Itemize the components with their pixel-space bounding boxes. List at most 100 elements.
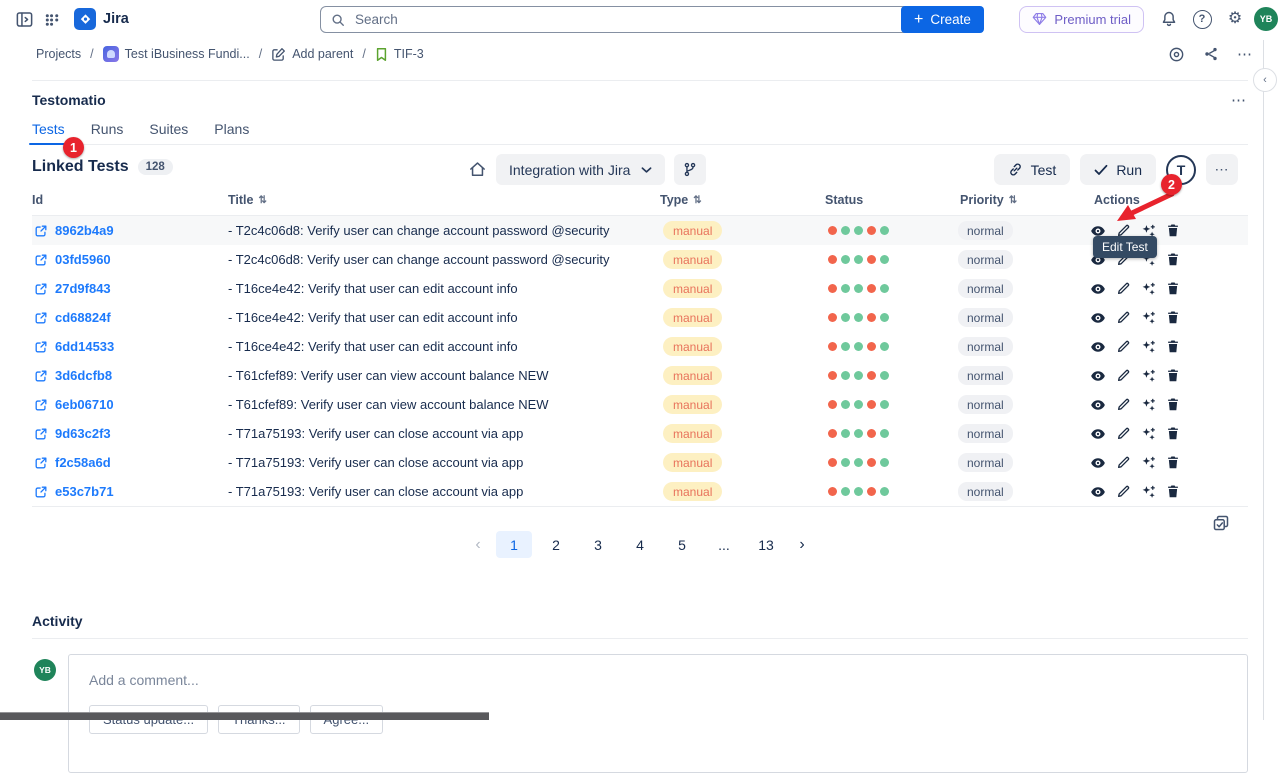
delete-test-icon[interactable] xyxy=(1165,339,1181,355)
premium-trial-button[interactable]: Premium trial xyxy=(1019,6,1144,33)
edit-test-icon[interactable] xyxy=(1115,397,1131,413)
share-icon[interactable] xyxy=(1203,46,1219,62)
column-header-id[interactable]: Id xyxy=(32,193,43,207)
table-row[interactable]: 8962b4a9 - T2c4c06d8: Verify user can ch… xyxy=(32,216,1248,245)
ai-sparkle-icon[interactable] xyxy=(1140,426,1156,442)
delete-test-icon[interactable] xyxy=(1165,252,1181,268)
table-row[interactable]: f2c58a6d - T71a75193: Verify user can cl… xyxy=(32,448,1248,477)
breadcrumb-projects-link[interactable]: Projects xyxy=(36,47,81,61)
table-more-button[interactable]: ⋯ xyxy=(1206,154,1238,185)
run-button[interactable]: Run xyxy=(1080,154,1156,185)
ai-sparkle-icon[interactable] xyxy=(1140,310,1156,326)
delete-test-icon[interactable] xyxy=(1165,310,1181,326)
sidebar-toggle-icon[interactable] xyxy=(10,5,38,33)
delete-test-icon[interactable] xyxy=(1165,397,1181,413)
test-button[interactable]: Test xyxy=(994,154,1071,185)
view-test-icon[interactable] xyxy=(1090,281,1106,297)
ai-sparkle-icon[interactable] xyxy=(1140,484,1156,500)
table-row[interactable]: 6eb06710 - T61cfef89: Verify user can vi… xyxy=(32,390,1248,419)
delete-test-icon[interactable] xyxy=(1165,455,1181,471)
next-page-icon[interactable]: › xyxy=(790,532,814,558)
column-header-priority[interactable]: Priority⇅ xyxy=(960,193,1017,207)
breadcrumb-project-link[interactable]: Test iBusiness Fundi... xyxy=(103,46,250,62)
page-button[interactable]: 3 xyxy=(580,531,616,558)
table-row[interactable]: cd68824f - T16ce4e42: Verify that user c… xyxy=(32,303,1248,332)
search-icon xyxy=(331,13,345,27)
view-test-icon[interactable] xyxy=(1090,455,1106,471)
view-test-icon[interactable] xyxy=(1090,368,1106,384)
more-actions-icon[interactable]: ⋯ xyxy=(1237,45,1254,63)
ai-sparkle-icon[interactable] xyxy=(1140,397,1156,413)
app-switcher-icon[interactable] xyxy=(38,5,66,33)
ai-sparkle-icon[interactable] xyxy=(1140,339,1156,355)
test-id-link[interactable]: 03fd5960 xyxy=(34,245,111,274)
edit-test-icon[interactable] xyxy=(1115,484,1131,500)
user-avatar[interactable]: YB xyxy=(1254,7,1278,31)
test-id-link[interactable]: 6dd14533 xyxy=(34,332,114,361)
test-id-link[interactable]: 8962b4a9 xyxy=(34,216,114,245)
panel-more-icon[interactable]: ⋯ xyxy=(1231,91,1248,109)
tab[interactable]: Plans xyxy=(214,121,249,144)
home-icon[interactable] xyxy=(468,160,487,179)
edit-test-icon[interactable] xyxy=(1115,426,1131,442)
add-parent-button[interactable]: Add parent xyxy=(271,47,353,62)
edit-test-icon[interactable] xyxy=(1115,455,1131,471)
multi-select-icon[interactable] xyxy=(1212,514,1230,532)
notifications-bell-icon[interactable] xyxy=(1155,5,1183,33)
page-button[interactable]: 1 xyxy=(496,531,532,558)
collapse-panel-icon[interactable]: ‹ xyxy=(1253,68,1277,92)
test-id-link[interactable]: 3d6dcfb8 xyxy=(34,361,112,390)
branch-icon[interactable] xyxy=(674,154,706,185)
column-header-type[interactable]: Type⇅ xyxy=(660,193,702,207)
settings-gear-icon[interactable]: ⚙ xyxy=(1221,5,1249,33)
table-row[interactable]: 3d6dcfb8 - T61cfef89: Verify user can vi… xyxy=(32,361,1248,390)
view-test-icon[interactable] xyxy=(1090,426,1106,442)
page-button[interactable]: 4 xyxy=(622,531,658,558)
column-header-title[interactable]: Title⇅ xyxy=(228,193,267,207)
breadcrumb-issue-link[interactable]: TIF-3 xyxy=(375,47,424,62)
test-id-link[interactable]: cd68824f xyxy=(34,303,111,332)
test-id-link[interactable]: 27d9f843 xyxy=(34,274,111,303)
view-test-icon[interactable] xyxy=(1090,484,1106,500)
page-button[interactable]: 2 xyxy=(538,531,574,558)
global-search[interactable] xyxy=(320,6,913,33)
test-id-link[interactable]: 6eb06710 xyxy=(34,390,114,419)
tab[interactable]: Runs xyxy=(91,121,124,144)
jira-home-link[interactable]: Jira xyxy=(66,8,137,30)
tab[interactable]: Tests xyxy=(32,121,65,144)
page-button[interactable]: 5 xyxy=(664,531,700,558)
ai-sparkle-icon[interactable] xyxy=(1140,281,1156,297)
view-test-icon[interactable] xyxy=(1090,397,1106,413)
page-button[interactable]: ... xyxy=(706,531,742,558)
edit-test-icon[interactable] xyxy=(1115,281,1131,297)
watch-eye-icon[interactable] xyxy=(1168,46,1185,63)
table-row[interactable]: e53c7b71 - T71a75193: Verify user can cl… xyxy=(32,477,1248,506)
help-icon[interactable]: ? xyxy=(1188,5,1216,33)
create-button[interactable]: + Create xyxy=(901,6,984,33)
test-id-link[interactable]: f2c58a6d xyxy=(34,448,111,477)
table-row[interactable]: 6dd14533 - T16ce4e42: Verify that user c… xyxy=(32,332,1248,361)
branch-filter-dropdown[interactable]: Integration with Jira xyxy=(496,154,665,185)
page-button[interactable]: 13 xyxy=(748,531,784,558)
delete-test-icon[interactable] xyxy=(1165,368,1181,384)
column-header-status[interactable]: Status xyxy=(825,193,863,207)
view-test-icon[interactable] xyxy=(1090,310,1106,326)
tab[interactable]: Suites xyxy=(149,121,188,144)
delete-test-icon[interactable] xyxy=(1165,426,1181,442)
table-row[interactable]: 03fd5960 - T2c4c06d8: Verify user can ch… xyxy=(32,245,1248,274)
test-id-link[interactable]: e53c7b71 xyxy=(34,477,114,506)
edit-test-icon[interactable] xyxy=(1115,310,1131,326)
table-row[interactable]: 27d9f843 - T16ce4e42: Verify that user c… xyxy=(32,274,1248,303)
ai-sparkle-icon[interactable] xyxy=(1140,455,1156,471)
search-input[interactable] xyxy=(353,11,902,28)
view-test-icon[interactable] xyxy=(1090,339,1106,355)
table-row[interactable]: 9d63c2f3 - T71a75193: Verify user can cl… xyxy=(32,419,1248,448)
edit-test-icon[interactable] xyxy=(1115,339,1131,355)
delete-test-icon[interactable] xyxy=(1165,484,1181,500)
ai-sparkle-icon[interactable] xyxy=(1140,368,1156,384)
delete-test-icon[interactable] xyxy=(1165,281,1181,297)
prev-page-icon[interactable]: ‹ xyxy=(466,532,490,558)
edit-test-icon[interactable] xyxy=(1115,368,1131,384)
breadcrumb-separator: / xyxy=(90,47,93,61)
test-id-link[interactable]: 9d63c2f3 xyxy=(34,419,111,448)
